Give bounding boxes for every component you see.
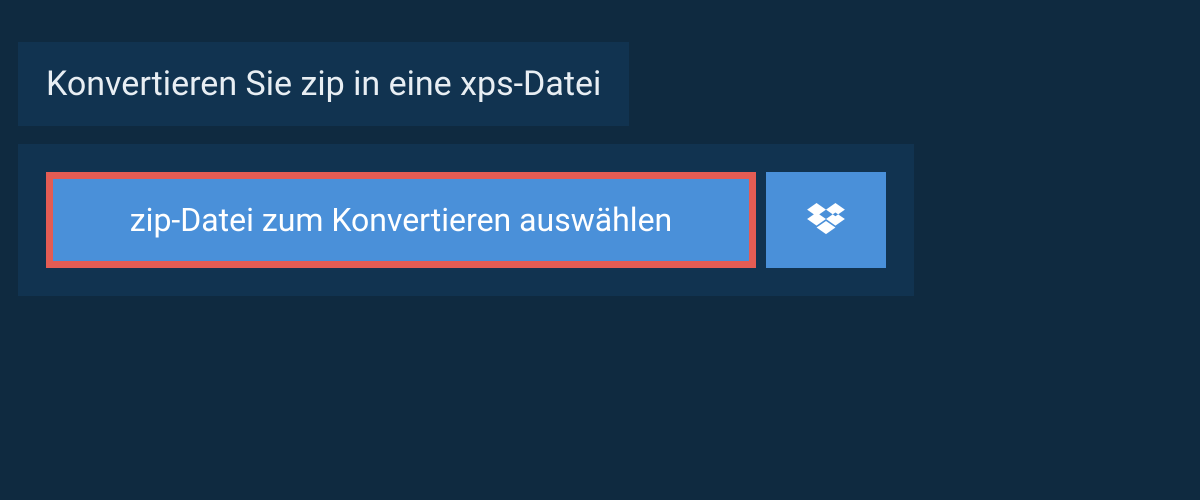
upload-panel: zip-Datei zum Konvertieren auswählen <box>18 144 914 296</box>
header-tab: Konvertieren Sie zip in eine xps-Datei <box>18 42 629 126</box>
page-title: Konvertieren Sie zip in eine xps-Datei <box>46 64 601 104</box>
select-file-label: zip-Datei zum Konvertieren auswählen <box>130 201 672 239</box>
select-file-button[interactable]: zip-Datei zum Konvertieren auswählen <box>46 172 756 268</box>
dropbox-icon <box>807 203 845 237</box>
dropbox-button[interactable] <box>766 172 886 268</box>
